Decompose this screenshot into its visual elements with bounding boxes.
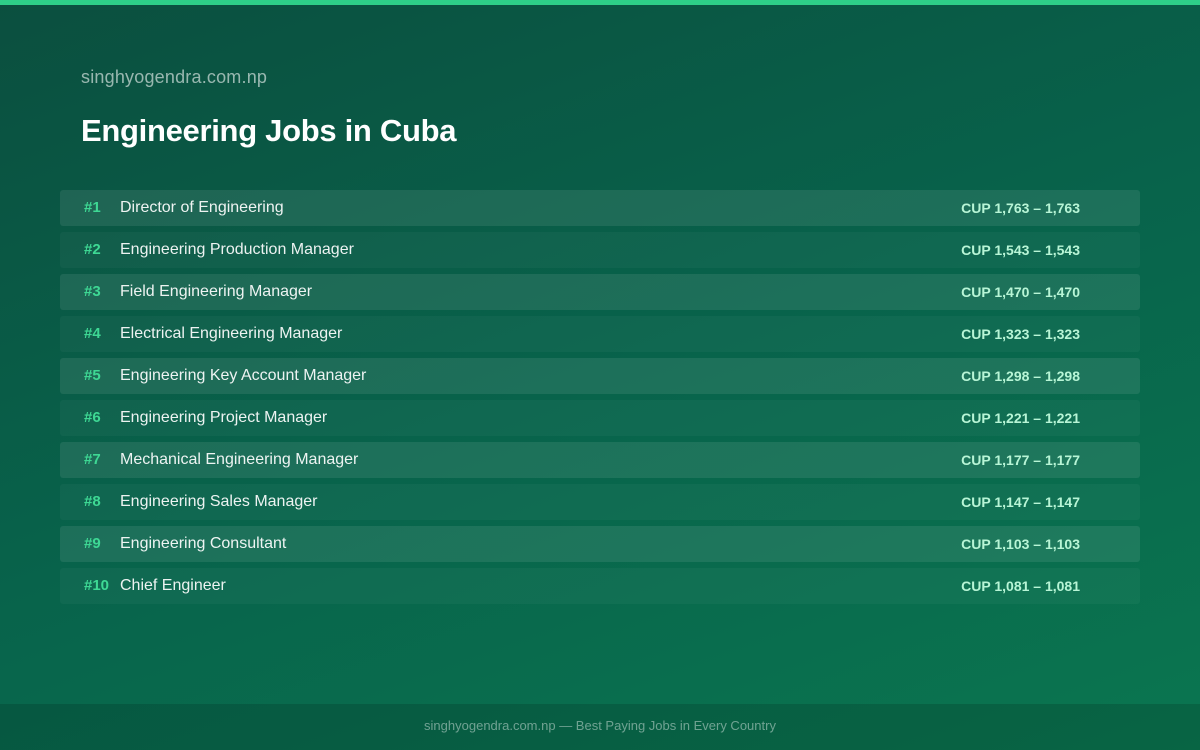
job-salary: CUP 1,177 – 1,177 [961, 452, 1080, 468]
job-row: #7 Mechanical Engineering Manager CUP 1,… [60, 442, 1140, 478]
job-title: Field Engineering Manager [120, 283, 313, 300]
job-rank: #8 [84, 493, 101, 510]
job-rank: #9 [84, 535, 101, 552]
job-rank: #2 [84, 241, 101, 258]
job-list: #1 Director of Engineering CUP 1,763 – 1… [60, 190, 1140, 610]
job-rank: #6 [84, 409, 101, 426]
page-title: Engineering Jobs in Cuba [81, 113, 457, 148]
job-rank: #5 [84, 367, 101, 384]
job-title: Chief Engineer [120, 577, 226, 594]
footer-text: singhyogendra.com.np — Best Paying Jobs … [424, 718, 776, 733]
job-row: #9 Engineering Consultant CUP 1,103 – 1,… [60, 526, 1140, 562]
job-rank: #3 [84, 283, 101, 300]
job-title: Mechanical Engineering Manager [120, 451, 359, 468]
job-title: Engineering Project Manager [120, 409, 328, 426]
job-row: #8 Engineering Sales Manager CUP 1,147 –… [60, 484, 1140, 520]
accent-bar [0, 0, 1200, 5]
job-rank: #4 [84, 325, 101, 342]
job-row: #2 Engineering Production Manager CUP 1,… [60, 232, 1140, 268]
job-row: #3 Field Engineering Manager CUP 1,470 –… [60, 274, 1140, 310]
job-row: #5 Engineering Key Account Manager CUP 1… [60, 358, 1140, 394]
job-salary: CUP 1,763 – 1,763 [961, 200, 1080, 216]
job-salary: CUP 1,081 – 1,081 [961, 578, 1080, 594]
job-salary: CUP 1,543 – 1,543 [961, 242, 1080, 258]
site-name: singhyogendra.com.np [81, 67, 268, 87]
job-rank: #10 [84, 577, 110, 594]
job-salary: CUP 1,221 – 1,221 [961, 410, 1080, 426]
job-salary: CUP 1,147 – 1,147 [961, 494, 1080, 510]
job-row: #4 Electrical Engineering Manager CUP 1,… [60, 316, 1140, 352]
job-row: #10 Chief Engineer CUP 1,081 – 1,081 [60, 568, 1140, 604]
job-salary: CUP 1,103 – 1,103 [961, 536, 1080, 552]
job-salary: CUP 1,323 – 1,323 [961, 326, 1080, 342]
job-rank: #7 [84, 451, 101, 468]
job-title: Engineering Key Account Manager [120, 367, 367, 384]
job-title: Engineering Production Manager [120, 241, 354, 258]
job-row: #6 Engineering Project Manager CUP 1,221… [60, 400, 1140, 436]
job-salary: CUP 1,298 – 1,298 [961, 368, 1080, 384]
job-salary: CUP 1,470 – 1,470 [961, 284, 1080, 300]
job-title: Director of Engineering [120, 199, 284, 216]
job-rank: #1 [84, 199, 101, 216]
job-title: Engineering Sales Manager [120, 493, 318, 510]
footer: singhyogendra.com.np — Best Paying Jobs … [0, 704, 1200, 750]
job-title: Engineering Consultant [120, 535, 287, 552]
job-row: #1 Director of Engineering CUP 1,763 – 1… [60, 190, 1140, 226]
job-title: Electrical Engineering Manager [120, 325, 343, 342]
